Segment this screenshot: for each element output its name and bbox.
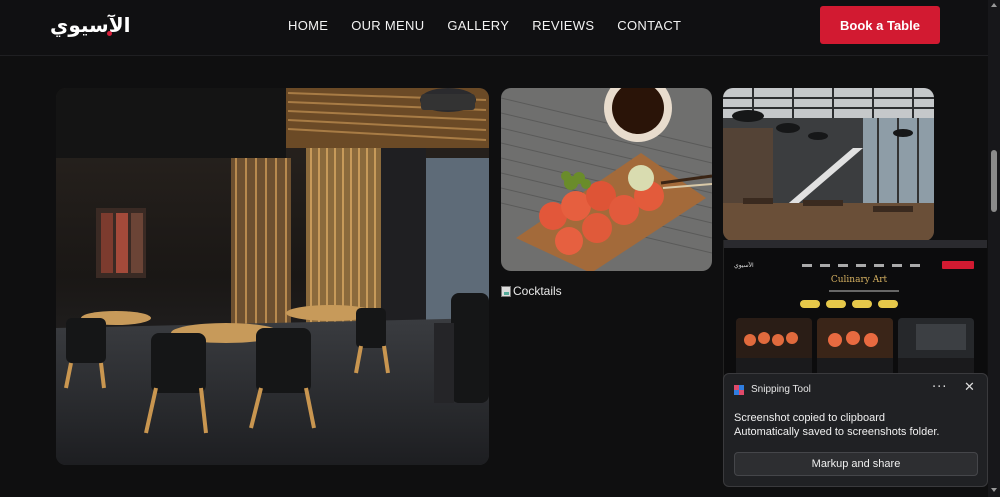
gallery-image-restaurant-interior[interactable]	[56, 88, 489, 465]
main-nav: HOME OUR MENU GALLERY REVIEWS CONTACT	[288, 18, 704, 33]
notification-detail: Automatically saved to screenshots folde…	[734, 426, 940, 438]
embedded-pill	[852, 300, 872, 308]
nav-gallery[interactable]: GALLERY	[447, 18, 509, 33]
cafe-photo	[723, 88, 934, 241]
close-icon[interactable]: ✕	[964, 380, 975, 395]
gallery-image-cocktails[interactable]: Cocktails	[501, 284, 562, 298]
snipping-tool-notification[interactable]: Snipping Tool ··· ✕ Screenshot copied to…	[723, 373, 988, 487]
embedded-subtitle-line	[829, 290, 899, 292]
embedded-logo: الآسيوي	[734, 262, 754, 269]
nav-reviews[interactable]: REVIEWS	[532, 18, 594, 33]
scrollbar-thumb[interactable]	[991, 150, 997, 212]
site-logo[interactable]: الآسيوي	[50, 13, 130, 37]
notification-app-name: Snipping Tool	[751, 384, 811, 395]
embedded-browser-tabs	[724, 240, 987, 248]
snipping-tool-icon	[734, 384, 744, 395]
markup-and-share-button[interactable]: Markup and share	[734, 452, 978, 476]
scroll-up-arrow-icon[interactable]	[991, 3, 997, 7]
embedded-nav	[802, 264, 922, 267]
notification-header: Snipping Tool	[734, 384, 811, 395]
gallery-image-cafe[interactable]	[723, 88, 934, 241]
sushi-photo	[501, 88, 712, 271]
embedded-filter-pills	[800, 300, 898, 308]
page-scrollbar[interactable]	[988, 0, 1000, 497]
nav-our-menu[interactable]: OUR MENU	[351, 18, 424, 33]
page: الآسيوي HOME OUR MENU GALLERY REVIEWS CO…	[0, 0, 1000, 497]
book-table-button[interactable]: Book a Table	[820, 6, 940, 44]
embedded-screenshot-preview: الآسيوي Culinary Art	[723, 240, 987, 380]
embedded-card	[736, 318, 812, 380]
embedded-pill	[878, 300, 898, 308]
site-header: الآسيوي HOME OUR MENU GALLERY REVIEWS CO…	[0, 0, 988, 56]
nav-home[interactable]: HOME	[288, 18, 328, 33]
notification-message: Screenshot copied to clipboard	[734, 412, 886, 424]
restaurant-interior-photo	[56, 88, 489, 465]
scroll-down-arrow-icon[interactable]	[991, 488, 997, 492]
nav-contact[interactable]: CONTACT	[617, 18, 681, 33]
embedded-card	[898, 318, 974, 380]
embedded-pill	[800, 300, 820, 308]
embedded-pill	[826, 300, 846, 308]
broken-image-alt: Cocktails	[513, 284, 562, 298]
embedded-book-button	[942, 261, 974, 269]
broken-image-icon	[501, 285, 511, 297]
more-options-icon[interactable]: ···	[932, 380, 947, 395]
embedded-card	[817, 318, 893, 380]
logo-dot	[107, 31, 112, 36]
gallery-image-sushi[interactable]	[501, 88, 712, 271]
embedded-title: Culinary Art	[830, 275, 888, 285]
